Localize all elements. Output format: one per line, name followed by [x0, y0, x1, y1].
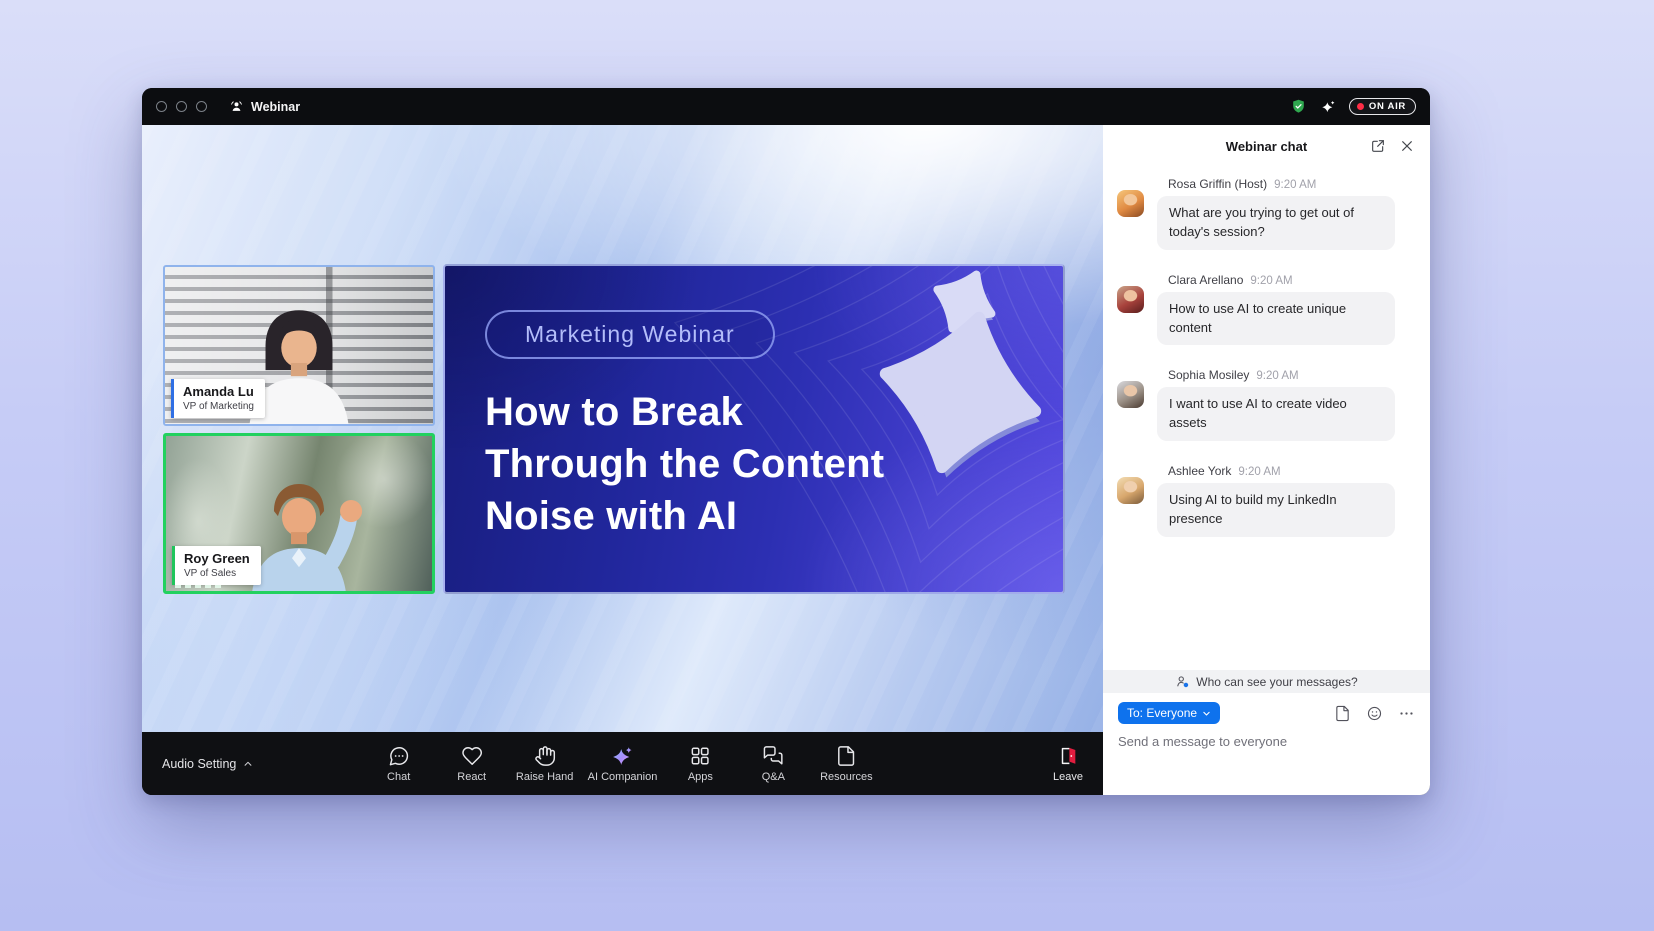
qa-button[interactable]: Q&A — [741, 745, 805, 783]
message-author: Rosa Griffin (Host) — [1168, 177, 1267, 191]
meeting-main-area: Amanda Lu VP of Marketing — [142, 125, 1103, 795]
presentation-slide: Marketing Webinar How to Break Through t… — [443, 264, 1065, 594]
chevron-up-icon — [243, 759, 253, 769]
attach-file-icon[interactable] — [1334, 705, 1351, 722]
chat-message-list: Rosa Griffin (Host) 9:20 AM What are you … — [1103, 167, 1430, 670]
document-icon — [835, 745, 857, 767]
ai-companion-button[interactable]: AI Companion — [586, 745, 660, 783]
window-controls — [156, 101, 207, 112]
message-author: Ashlee York — [1168, 464, 1231, 478]
avatar — [1117, 381, 1144, 408]
toolbar-center-group: Chat React Raise Hand — [367, 732, 879, 795]
raised-hand-icon — [534, 745, 556, 767]
chat-message: Clara Arellano 9:20 AM How to use AI to c… — [1117, 273, 1416, 346]
message-privacy-note[interactable]: Who can see your messages? — [1103, 670, 1430, 693]
window-close-button[interactable] — [156, 101, 167, 112]
react-button[interactable]: React — [440, 745, 504, 783]
avatar — [1117, 190, 1144, 217]
ai-sparkle-icon[interactable] — [1320, 99, 1336, 115]
leave-label: Leave — [1053, 771, 1083, 783]
close-icon[interactable] — [1399, 138, 1415, 154]
speaker-role: VP of Sales — [184, 568, 250, 579]
avatar — [1117, 286, 1144, 313]
speaker-name: Roy Green — [184, 551, 250, 566]
on-air-label: ON AIR — [1369, 101, 1406, 112]
webinar-icon — [229, 99, 244, 114]
desktop-background: Webinar ON AIR — [0, 0, 1654, 931]
raise-hand-button[interactable]: Raise Hand — [513, 745, 577, 783]
avatar — [1117, 477, 1144, 504]
chat-bubble-icon — [388, 745, 410, 767]
chat-message: Sophia Mosiley 9:20 AM I want to use AI t… — [1117, 368, 1416, 441]
leave-door-icon — [1057, 745, 1079, 767]
video-tile-roy[interactable]: Roy Green VP of Sales — [163, 433, 435, 594]
qa-bubbles-icon — [762, 745, 784, 767]
webinar-chat-panel: Webinar chat Rosa Griffin (Host) 9:20 AM … — [1103, 125, 1430, 795]
emoji-icon[interactable] — [1366, 705, 1383, 722]
message-bubble: What are you trying to get out of today'… — [1157, 196, 1395, 250]
apps-grid-icon — [689, 745, 711, 767]
message-bubble: How to use AI to create unique content — [1157, 292, 1395, 346]
audio-activity-indicator — [175, 585, 221, 588]
chat-bottom-spacer — [1103, 749, 1430, 795]
titlebar-status-group: ON AIR — [1290, 98, 1416, 115]
heart-icon — [461, 745, 483, 767]
speaker-name-tag: Roy Green VP of Sales — [172, 546, 261, 585]
composer-toolbar: To: Everyone — [1103, 693, 1430, 724]
chat-message-input[interactable] — [1103, 724, 1430, 749]
window-minimize-button[interactable] — [176, 101, 187, 112]
audio-setting-button[interactable]: Audio Setting — [162, 757, 253, 771]
message-bubble: Using AI to build my LinkedIn presence — [1157, 483, 1395, 537]
slide-badge: Marketing Webinar — [485, 310, 775, 359]
apps-button[interactable]: Apps — [668, 745, 732, 783]
meeting-toolbar: Audio Setting Chat React — [142, 732, 1103, 795]
message-time: 9:20 AM — [1250, 275, 1292, 287]
recipient-selector[interactable]: To: Everyone — [1118, 702, 1220, 724]
leave-button[interactable]: Leave — [1053, 745, 1083, 783]
speaker-name: Amanda Lu — [183, 384, 254, 399]
more-options-icon[interactable] — [1398, 705, 1415, 722]
speaker-name-tag: Amanda Lu VP of Marketing — [171, 379, 265, 418]
video-stage: Amanda Lu VP of Marketing — [142, 125, 1103, 732]
message-time: 9:20 AM — [1256, 370, 1298, 382]
message-bubble: I want to use AI to create video assets — [1157, 387, 1395, 441]
video-tile-amanda[interactable]: Amanda Lu VP of Marketing — [163, 265, 435, 426]
message-time: 9:20 AM — [1274, 179, 1316, 191]
security-shield-icon[interactable] — [1290, 98, 1307, 115]
webinar-window: Webinar ON AIR — [142, 88, 1430, 795]
speaker-role: VP of Marketing — [183, 401, 254, 412]
person-privacy-icon — [1175, 674, 1190, 689]
resources-button[interactable]: Resources — [814, 745, 878, 783]
chat-message: Rosa Griffin (Host) 9:20 AM What are you … — [1117, 177, 1416, 250]
on-air-dot-icon — [1357, 103, 1364, 110]
app-title: Webinar — [229, 99, 300, 114]
window-zoom-button[interactable] — [196, 101, 207, 112]
chat-header: Webinar chat — [1103, 125, 1430, 167]
ai-companion-sparkle-icon — [612, 745, 634, 767]
chevron-down-icon — [1202, 709, 1211, 718]
app-title-label: Webinar — [251, 100, 300, 114]
chat-button[interactable]: Chat — [367, 745, 431, 783]
slide-title: How to Break Through the Content Noise w… — [485, 386, 884, 542]
on-air-badge: ON AIR — [1349, 98, 1416, 115]
message-author: Clara Arellano — [1168, 273, 1243, 287]
message-author: Sophia Mosiley — [1168, 368, 1249, 382]
audio-setting-label: Audio Setting — [162, 757, 236, 771]
window-titlebar: Webinar ON AIR — [142, 88, 1430, 125]
message-time: 9:20 AM — [1238, 466, 1280, 478]
chat-message: Ashlee York 9:20 AM Using AI to build my … — [1117, 464, 1416, 537]
pop-out-icon[interactable] — [1370, 138, 1386, 154]
